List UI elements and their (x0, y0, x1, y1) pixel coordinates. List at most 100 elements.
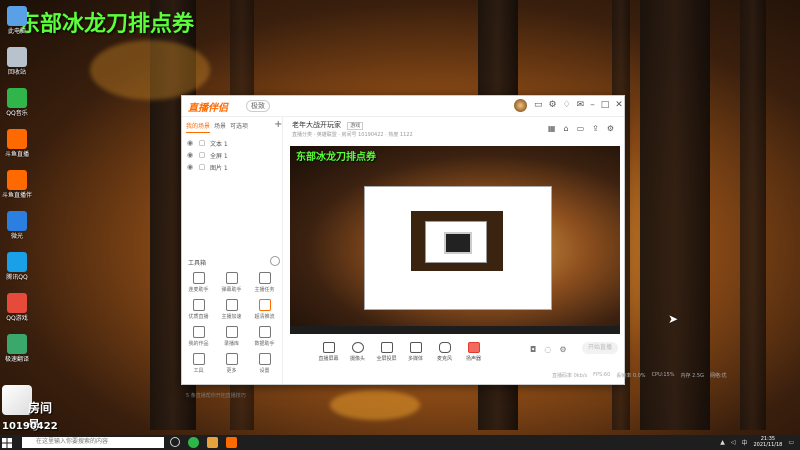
lock-icon[interactable]: ▢ (198, 151, 206, 159)
clock[interactable]: 21:35 2021/11/18 (754, 436, 783, 448)
toolbox-item[interactable]: 数据助手 (248, 326, 281, 347)
toolbox-toggle[interactable] (270, 256, 280, 266)
desktop-icon[interactable]: 回收站 (2, 47, 32, 76)
app-icon (7, 211, 27, 231)
windows-taskbar: ⌕ ▲ ◁ 中 21:35 2021/11/18 ▭ (0, 435, 800, 450)
user-avatar[interactable] (514, 99, 527, 112)
camera-icon (351, 342, 364, 353)
cast-icon (380, 342, 393, 353)
desktop-icon[interactable]: 腾讯QQ (2, 252, 32, 281)
windows-start-icon[interactable] (2, 438, 12, 448)
lock-icon[interactable]: ⌂ (563, 124, 568, 133)
volume-icon[interactable]: ◁ (731, 439, 736, 446)
close-icon[interactable]: ✕ (615, 100, 623, 111)
microphone-icon (438, 342, 451, 353)
notification-icon[interactable]: ▭ (788, 439, 794, 446)
lock-icon[interactable]: ▢ (198, 163, 206, 171)
list-item[interactable]: ◉ ▢ 全屏 1 (182, 149, 282, 161)
settings-icon[interactable]: ⚙ (559, 345, 566, 354)
tool-label: 设置 (259, 368, 270, 374)
streaming-app-window: 直播伴侣 极致 ▭ ⚙ ♢ ✉ – □ ✕ 我的场景 场景 可选项 + ◉ ▢ … (181, 95, 727, 399)
toolbox-heading: 工具箱 (188, 260, 207, 267)
control-speaker[interactable]: 扬声器 (463, 342, 484, 362)
toolbox-item[interactable]: 主播加速 (215, 299, 248, 320)
eye-icon[interactable]: ◉ (186, 151, 194, 159)
input-method-icon[interactable]: 中 (741, 438, 747, 447)
toolbox-item[interactable]: 更多 (215, 353, 248, 374)
list-item[interactable]: ◉ ▢ 文本 1 (182, 137, 282, 149)
toolbox-item[interactable]: 连麦助手 (182, 272, 215, 293)
bell-icon[interactable]: ♢ (563, 100, 571, 111)
taskbar-search-input[interactable] (22, 437, 164, 448)
desktop-icon[interactable]: QQ音乐 (2, 88, 32, 117)
toolbox-item[interactable]: 工具 (182, 353, 215, 374)
tool-label: 优质直播 (188, 314, 209, 320)
stream-preview[interactable]: 东部冰龙刀排点券 (290, 146, 620, 334)
record-icon[interactable]: ◘ (530, 345, 536, 354)
control-label: 全屏投屏 (376, 356, 397, 362)
desktop-icon[interactable]: 斗鱼直播 (2, 129, 32, 158)
tool-label: 我的作品 (188, 341, 209, 347)
status-item: 直播码率 0kb/s (552, 373, 588, 379)
version-badge[interactable]: 极致 (246, 100, 270, 112)
toolbox-item[interactable]: 弹幕助手 (215, 272, 248, 293)
taskbar-apps (170, 437, 237, 448)
toolbox-item[interactable]: 设置 (248, 353, 281, 374)
mail-icon[interactable]: ✉ (577, 100, 585, 111)
share-icon[interactable]: ⇪ (592, 124, 599, 133)
control-cast[interactable]: 全屏投屏 (376, 342, 397, 362)
tab-options[interactable]: 可选项 (230, 121, 248, 133)
control-mic[interactable]: 麦克风 (434, 342, 455, 362)
tool-icon (258, 272, 271, 284)
tool-label: 工具 (193, 368, 204, 374)
sidebar-footer-tip[interactable]: 5 条直播帮你开拓直播技巧 (186, 392, 246, 399)
tool-icon (225, 353, 238, 365)
screen-icon[interactable]: ▭ (577, 124, 585, 133)
tab-my-scenes[interactable]: 我的场景 (186, 121, 211, 133)
lock-icon[interactable]: ▢ (198, 139, 206, 147)
clock-date: 2021/11/18 (753, 442, 783, 448)
minimize-icon[interactable]: – (590, 100, 595, 111)
control-screen[interactable]: 直播屏幕 (318, 342, 339, 362)
room-category-tag[interactable]: 游戏 (347, 122, 364, 130)
toolbox-item[interactable]: 主播任务 (248, 272, 281, 293)
desktop-icon[interactable]: 此电脑 (2, 6, 32, 35)
toolbox-item[interactable]: 优质直播 (182, 299, 215, 320)
desktop-icon[interactable]: 极速翻译 (2, 334, 32, 363)
toolbox-item[interactable]: 超清推流 (248, 299, 281, 320)
scene-sidebar: 我的场景 场景 可选项 + ◉ ▢ 文本 1 ◉ ▢ 全屏 1 ◉ ▢ 图片 1… (182, 116, 283, 399)
chat-icon[interactable]: ▭ (534, 100, 543, 111)
desktop-icon[interactable]: 微光 (2, 211, 32, 240)
maximize-icon[interactable]: □ (601, 100, 610, 111)
status-item: CPU:15% (651, 372, 675, 378)
list-item[interactable]: ◉ ▢ 图片 1 (182, 161, 282, 173)
settings-icon[interactable]: ⚙ (549, 100, 557, 111)
main-icons: ▦ ⌂ ▭ ⇪ ⚙ (548, 124, 614, 133)
room-title-text[interactable]: 老年大战开玩家 (292, 121, 341, 129)
control-media[interactable]: 多媒体 (405, 342, 426, 362)
calendar-icon[interactable]: ▦ (548, 124, 556, 133)
chrome-taskbar-icon[interactable] (207, 437, 218, 448)
pause-icon[interactable]: ◌ (544, 345, 551, 354)
qq-music-taskbar-icon[interactable] (188, 437, 199, 448)
tool-icon (258, 326, 271, 338)
status-item: FPS:60 (593, 372, 611, 378)
start-stream-button[interactable]: 开始直播 (582, 342, 618, 354)
toolbox-item[interactable]: 录播库 (215, 326, 248, 347)
settings-icon[interactable]: ⚙ (607, 124, 614, 133)
control-camera[interactable]: 摄像头 (347, 342, 368, 362)
eye-icon[interactable]: ◉ (186, 163, 194, 171)
douyu-taskbar-icon[interactable] (226, 437, 237, 448)
tool-icon (258, 353, 271, 365)
desktop-icon[interactable]: QQ游戏 (2, 293, 32, 322)
desktop-icon-label: 斗鱼直播伴侣 (2, 192, 32, 199)
task-view-icon[interactable] (170, 437, 180, 447)
toolbox-item[interactable]: 我的作品 (182, 326, 215, 347)
titlebar-icons: ▭ ⚙ ♢ ✉ – □ ✕ (534, 100, 623, 111)
media-icon (409, 342, 422, 353)
network-icon[interactable]: ▲ (720, 439, 725, 446)
eye-icon[interactable]: ◉ (186, 139, 194, 147)
tab-scenes[interactable]: 场景 (214, 121, 226, 133)
tool-label: 更多 (226, 368, 237, 374)
desktop-icon[interactable]: 斗鱼直播伴侣 (2, 170, 32, 199)
